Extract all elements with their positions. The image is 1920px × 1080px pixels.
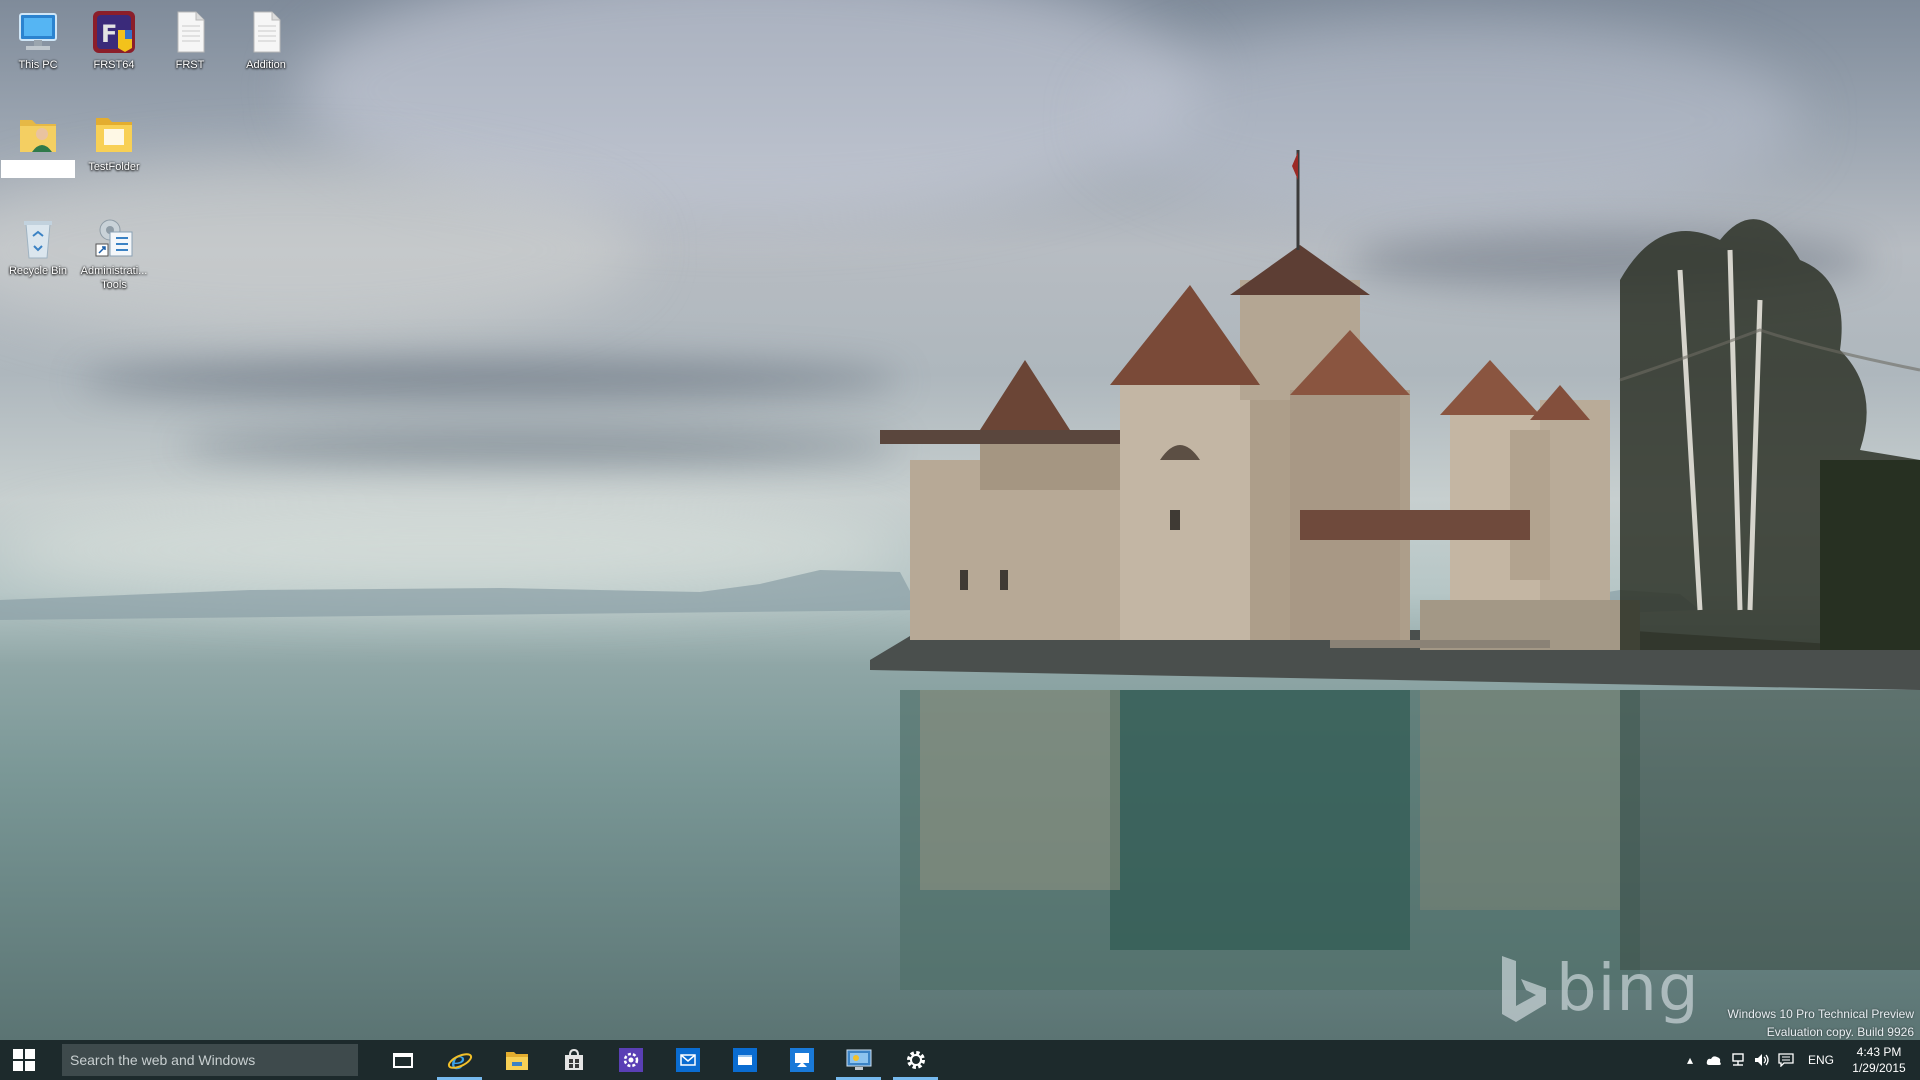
watermark-line-1: Windows 10 Pro Technical Preview	[1727, 1007, 1914, 1021]
taskbar-app-remote-desktop[interactable]	[773, 1040, 830, 1080]
desktop-icon-recycle-bin[interactable]: Recycle Bin	[0, 214, 76, 278]
bing-logo-text: bing	[1556, 952, 1700, 1026]
folder-icon	[90, 110, 138, 158]
watermark-line-2: Evaluation copy. Build 9926	[1766, 1025, 1914, 1039]
network-tray-button[interactable]	[1726, 1040, 1750, 1080]
desktop-icon-label: Recycle Bin	[8, 265, 68, 277]
gear-icon	[906, 1051, 925, 1069]
task-view-icon	[392, 1053, 413, 1068]
taskbar-app-control-panel[interactable]	[830, 1040, 887, 1080]
action-center-tray-button[interactable]	[1774, 1040, 1798, 1080]
settings-app-icon	[618, 1048, 643, 1072]
castle-image	[870, 150, 1920, 990]
taskbar-app-settings-gear[interactable]	[887, 1040, 944, 1080]
bing-logo-icon	[1502, 956, 1546, 1022]
taskbar-app-store[interactable]	[545, 1040, 602, 1080]
clock-time: 4:43 PM	[1856, 1045, 1902, 1059]
text-file-icon	[242, 8, 290, 56]
taskbar-app-internet-explorer[interactable]: e	[431, 1040, 488, 1080]
calendar-app-icon	[732, 1048, 757, 1072]
desktop-icon-user-folder[interactable]	[0, 110, 76, 178]
show-hidden-icons-button[interactable]: ▴	[1678, 1040, 1702, 1080]
taskbar-app-settings[interactable]	[602, 1040, 659, 1080]
user-folder-icon	[14, 110, 62, 158]
language-indicator[interactable]: ENG	[1798, 1053, 1844, 1067]
bing-logo: bing	[1498, 952, 1700, 1026]
clock[interactable]: 4:43 PM 1/29/2015	[1844, 1044, 1920, 1076]
clock-date: 1/29/2015	[1852, 1061, 1906, 1075]
desktop-icon-testfolder[interactable]: TestFolder	[76, 110, 152, 174]
text-file-icon	[166, 8, 214, 56]
mail-icon	[675, 1048, 700, 1072]
desktop-icon-administrative-tools[interactable]: Administrati... Tools	[76, 214, 152, 292]
desktop-icon-addition[interactable]: Addition	[228, 8, 304, 72]
desktop-icon-label: Administrati... Tools	[80, 265, 148, 291]
cloud-icon	[1706, 1056, 1721, 1065]
pinned-apps: e	[374, 1040, 944, 1080]
windows-logo-icon	[13, 1049, 35, 1071]
chevron-up-icon: ▴	[1686, 1053, 1693, 1067]
taskbar: Search the web and Windows e ▴ ENG 4:43 …	[0, 1040, 1920, 1080]
taskbar-app-calendar[interactable]	[716, 1040, 773, 1080]
volume-tray-button[interactable]	[1750, 1040, 1774, 1080]
build-watermark: Windows 10 Pro Technical Preview Evaluat…	[1727, 1005, 1914, 1040]
file-explorer-icon	[505, 1052, 528, 1070]
store-icon	[564, 1049, 583, 1070]
desktop-icon-label: Addition	[246, 59, 286, 71]
taskbar-app-file-explorer[interactable]	[488, 1040, 545, 1080]
onedrive-tray-button[interactable]	[1702, 1040, 1726, 1080]
monitor-icon	[14, 8, 62, 56]
message-icon	[1778, 1053, 1794, 1067]
speaker-icon	[1754, 1054, 1769, 1066]
recycle-bin-icon	[14, 214, 62, 262]
admin-tools-icon	[90, 214, 138, 262]
taskbar-app-mail[interactable]	[659, 1040, 716, 1080]
desktop-icon-label	[1, 160, 75, 178]
desktop-icon-frst[interactable]: FRST	[152, 8, 228, 72]
desktop-icon-label: FRST64	[93, 59, 135, 71]
desktop-icon-frst64[interactable]: F FRST64	[76, 8, 152, 72]
svg-text:F: F	[101, 20, 117, 48]
network-icon	[1732, 1053, 1744, 1066]
internet-explorer-icon: e	[447, 1047, 472, 1073]
control-panel-icon	[846, 1049, 871, 1070]
desktop-icon-label: FRST	[175, 59, 205, 71]
remote-desktop-icon	[789, 1048, 814, 1072]
desktop-wallpaper: bing Windows 10 Pro Technical Preview Ev…	[0, 0, 1920, 1040]
system-tray: ▴ ENG 4:43 PM 1/29/2015	[1678, 1040, 1920, 1080]
desktop-icon-this-pc[interactable]: This PC	[0, 8, 76, 72]
search-input[interactable]: Search the web and Windows	[62, 1044, 358, 1076]
frst-app-icon: F	[90, 8, 138, 56]
desktop-icon-label: TestFolder	[88, 161, 140, 173]
start-button[interactable]	[0, 1040, 48, 1080]
desktop-icon-label: This PC	[18, 59, 58, 71]
task-view-button[interactable]	[374, 1040, 431, 1080]
